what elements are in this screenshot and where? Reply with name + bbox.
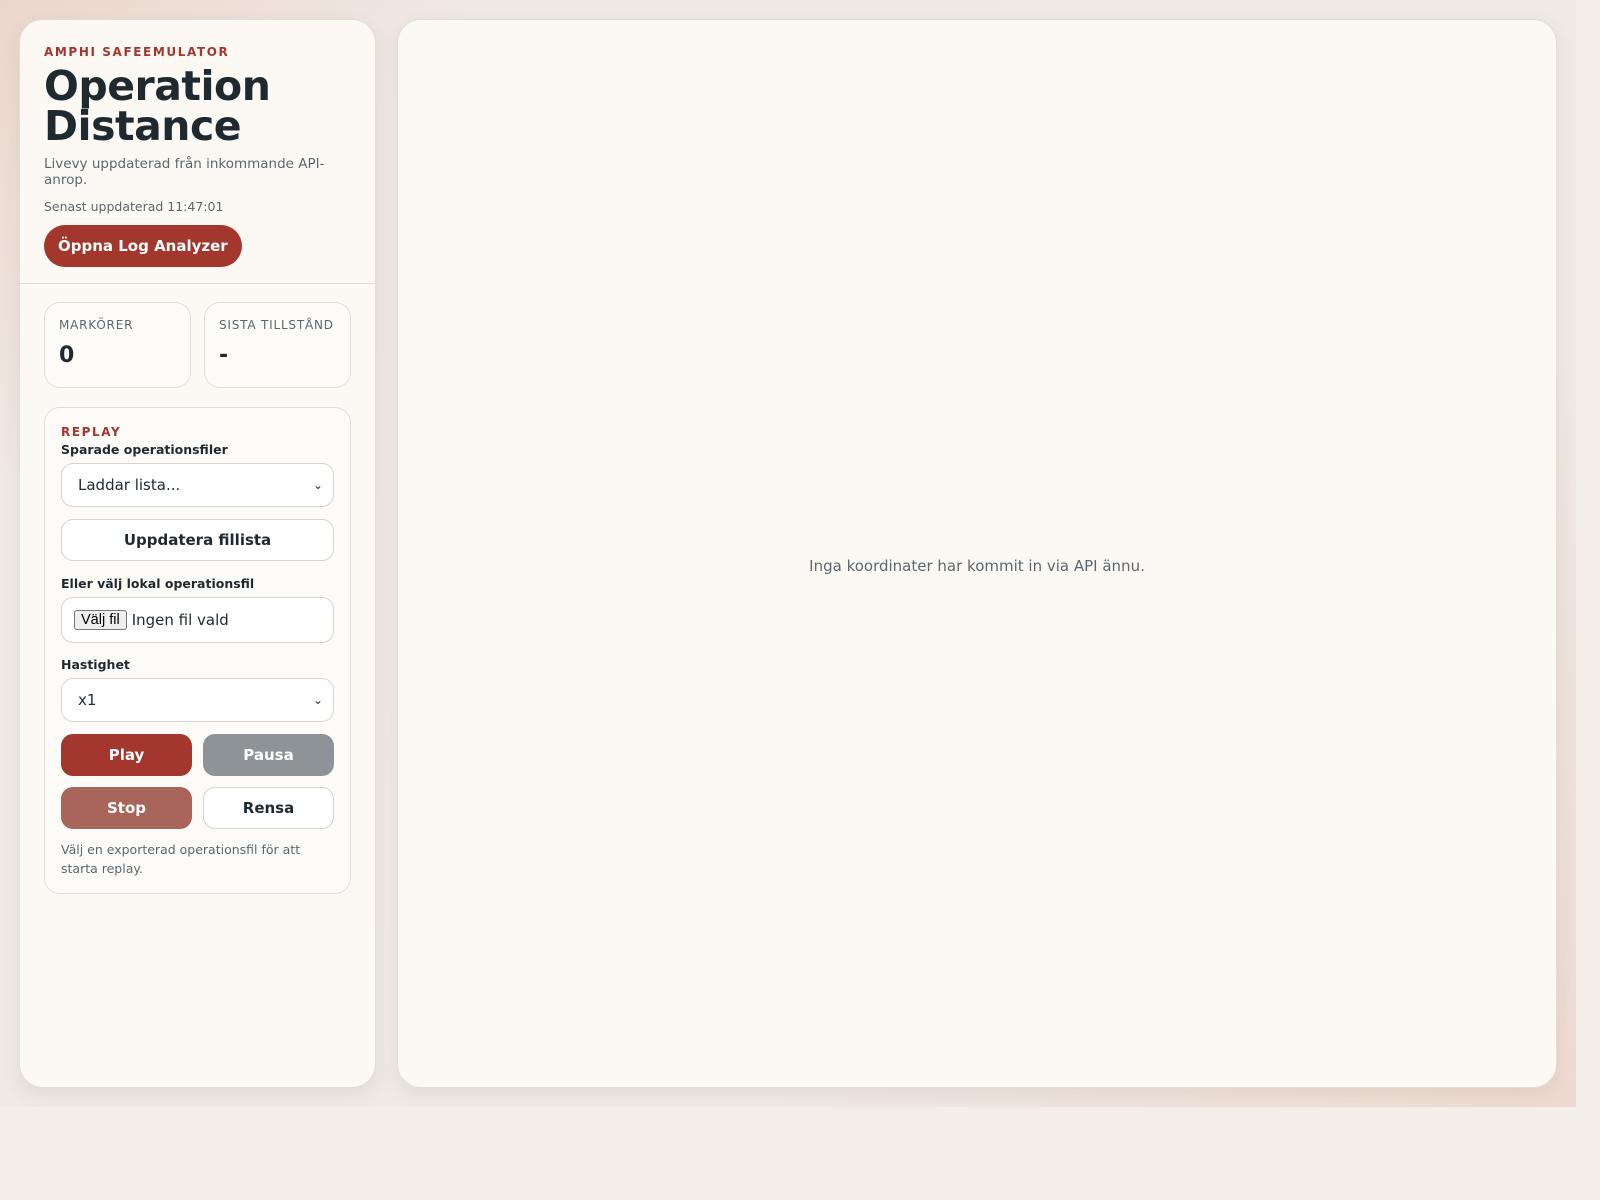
open-log-analyzer-button[interactable]: Öppna Log Analyzer [44,225,242,267]
sidebar-panel: AMPHI SAFEEMULATOR Operation Distance Li… [19,19,376,1088]
replay-controls: Play Pausa Stop Rensa [61,734,334,829]
chevron-down-icon: ⌄ [312,693,323,707]
clear-button[interactable]: Rensa [203,787,334,829]
stat-value: - [219,343,229,368]
sidebar-header: AMPHI SAFEEMULATOR Operation Distance Li… [20,20,375,284]
stat-card-markers: MARKÖRER 0 [44,302,191,388]
saved-files-value: Laddar lista... [78,476,181,494]
speed-select[interactable]: x1 ⌄ [61,678,334,722]
empty-state-message: Inga koordinater har kommit in via API ä… [809,557,1145,575]
stat-value: 0 [59,343,75,368]
replay-panel: REPLAY Sparade operationsfiler Laddar li… [44,407,351,894]
stat-card-last-state: SISTA TILLSTÅND - [204,302,351,388]
stop-button[interactable]: Stop [61,787,192,829]
play-button[interactable]: Play [61,734,192,776]
saved-files-select[interactable]: Laddar lista... ⌄ [61,463,334,507]
saved-files-label: Sparade operationsfiler [61,442,228,457]
speed-value: x1 [78,691,97,709]
stat-label: SISTA TILLSTÅND [219,318,334,332]
app-background: AMPHI SAFEEMULATOR Operation Distance Li… [0,0,1576,1107]
replay-hint: Välj en exporterad operationsfil för att… [61,842,301,876]
local-file-label: Eller välj lokal operationsfil [61,576,255,591]
stat-label: MARKÖRER [59,318,134,332]
app-eyebrow: AMPHI SAFEEMULATOR [44,45,230,59]
speed-label: Hastighet [61,657,130,672]
replay-title: REPLAY [61,425,122,439]
page-title: Operation Distance [44,62,271,150]
choose-file-button[interactable]: Välj fil [74,610,127,630]
map-panel[interactable]: Inga koordinater har kommit in via API ä… [397,19,1557,1088]
refresh-file-list-button[interactable]: Uppdatera fillista [61,519,334,561]
local-file-input[interactable]: Välj fil Ingen fil vald [61,597,334,643]
stats-row: MARKÖRER 0 SISTA TILLSTÅND - [20,284,375,388]
file-status-text: Ingen fil vald [131,611,229,629]
last-updated-text: Senast uppdaterad 11:47:01 [44,199,224,214]
page-subtitle: Livevy uppdaterad från inkommande API-an… [44,156,325,188]
pause-button[interactable]: Pausa [203,734,334,776]
chevron-down-icon: ⌄ [312,478,323,492]
